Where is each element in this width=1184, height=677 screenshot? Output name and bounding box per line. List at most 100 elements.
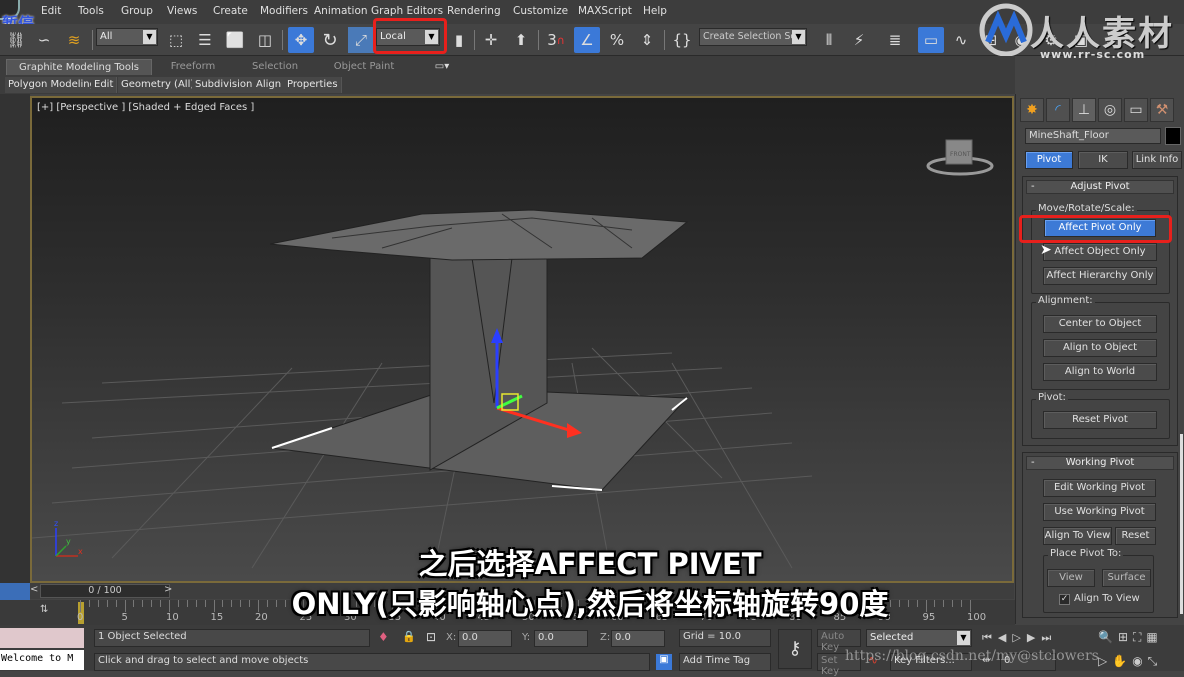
select-and-move-icon[interactable]: ✥ [288, 27, 314, 53]
object-color-swatch[interactable] [1165, 127, 1181, 145]
ribbon-subtab-align[interactable]: Align [253, 77, 286, 93]
zoom-extents-icon[interactable]: ⛶ [1133, 630, 1146, 644]
isolate-selection-icon[interactable]: ♦ [378, 630, 389, 644]
percent-snap-icon[interactable]: % [604, 27, 630, 53]
go-to-start-icon[interactable]: ⏮ [982, 631, 998, 644]
unlink-icon[interactable]: ∽ [31, 27, 57, 53]
menu-rendering[interactable]: Rendering [447, 5, 501, 17]
select-and-scale-icon[interactable]: ⤢ [348, 27, 374, 53]
key-mode-dropdown[interactable]: Selected ▼ [866, 629, 972, 647]
x-coordinate-field[interactable]: 0.0 [458, 630, 512, 647]
named-selection-set-dropdown[interactable]: Create Selection Set ▼ [699, 28, 807, 46]
command-panel-scrollbar[interactable] [1180, 434, 1183, 614]
rectangular-selection-icon[interactable]: ⬜ [222, 27, 248, 53]
utilities-icon[interactable]: ⚒ [1150, 98, 1174, 122]
ribbon-subtab-geometry-all[interactable]: Geometry (All) [118, 77, 199, 93]
subtab-ik[interactable]: IK [1078, 151, 1128, 169]
motion-icon[interactable]: ◎ [1098, 98, 1122, 122]
ribbon-options-dropdown-icon[interactable]: ▭▾ [430, 59, 454, 75]
create-icon[interactable]: ✸ [1020, 98, 1044, 122]
time-tag-icon[interactable]: ▣ [656, 654, 672, 670]
add-time-tag-button[interactable]: Add Time Tag [679, 653, 771, 671]
snaps-toggle-icon[interactable]: 3 ∩ [543, 27, 569, 53]
zoom-all-icon[interactable]: ⊞ [1118, 630, 1133, 644]
go-to-end-icon[interactable]: ⏭ [1041, 631, 1057, 644]
align-icon[interactable]: ⚡ [846, 27, 872, 53]
time-prev-button[interactable]: < [30, 584, 40, 598]
menu-group[interactable]: Group [121, 5, 153, 17]
place-pivot-surface-button[interactable]: Surface [1102, 569, 1151, 587]
affect-hierarchy-only-button[interactable]: Affect Hierarchy Only [1043, 267, 1157, 285]
subtab-link-info[interactable]: Link Info [1132, 151, 1182, 169]
menu-graph-editors[interactable]: Graph Editors [371, 5, 443, 17]
selection-lock-icon[interactable]: 🔒 [402, 630, 416, 643]
center-to-object-button[interactable]: Center to Object [1043, 315, 1157, 333]
angle-snap-icon[interactable]: ∠ [574, 27, 600, 53]
menu-customize[interactable]: Customize [513, 5, 568, 17]
selection-filter-dropdown[interactable]: All ▼ [96, 28, 158, 46]
layer-manager-icon[interactable]: ≣ [882, 27, 908, 53]
edit-working-pivot-button[interactable]: Edit Working Pivot [1043, 479, 1156, 497]
absolute-mode-icon[interactable]: ⊡ [426, 630, 436, 644]
align-to-object-button[interactable]: Align to Object [1043, 339, 1157, 357]
z-coordinate-field[interactable]: 0.0 [611, 630, 665, 647]
keyboard-shortcut-icon[interactable]: ⬆ [508, 27, 534, 53]
menu-modifiers[interactable]: Modifiers [260, 5, 308, 17]
select-object-icon[interactable]: ⬚ [163, 27, 189, 53]
use-working-pivot-button[interactable]: Use Working Pivot [1043, 503, 1156, 521]
affect-object-only-button[interactable]: Affect Object Only [1043, 243, 1157, 261]
menu-views[interactable]: Views [167, 5, 197, 17]
open-mini-curve-editor-icon[interactable]: ⇅ [40, 604, 60, 620]
zoom-icon[interactable]: 🔍 [1098, 630, 1118, 644]
ribbon-subtab-polygon-modeling[interactable]: Polygon Modeling [5, 77, 100, 93]
perspective-viewport[interactable]: [+] [Perspective ] [Shaded + Edged Faces… [30, 96, 1014, 583]
ribbon-tab-graphite-modeling-tools[interactable]: Graphite Modeling Tools [6, 59, 152, 75]
subtab-pivot[interactable]: Pivot [1025, 151, 1073, 169]
select-and-link-icon[interactable]: ⛓ [3, 27, 29, 53]
y-coordinate-field[interactable]: 0.0 [534, 630, 588, 647]
ribbon-tab-freeform[interactable]: Freeform [155, 59, 231, 75]
ribbon-subtab-subdivision[interactable]: Subdivision [192, 77, 257, 93]
mirror-icon[interactable]: ⫴ [816, 27, 842, 53]
menu-help[interactable]: Help [643, 5, 667, 17]
zoom-extents-all-icon[interactable]: ▦ [1146, 630, 1162, 644]
orbit-icon[interactable]: ◉ [1132, 654, 1147, 668]
menu-edit[interactable]: Edit [41, 5, 61, 17]
bind-to-space-warp-icon[interactable]: ≋ [61, 27, 87, 53]
menu-create[interactable]: Create [213, 5, 248, 17]
viewcube-face-label[interactable]: FRONT [950, 151, 971, 158]
maximize-viewport-icon[interactable]: ⤡ [1148, 654, 1163, 668]
place-pivot-view-button[interactable]: View [1047, 569, 1095, 587]
set-keys-key-icon[interactable]: ⚷ [778, 629, 812, 669]
menu-maxscript[interactable]: MAXScript [578, 5, 632, 17]
next-frame-icon[interactable]: ▶ [1027, 631, 1041, 644]
window-crossing-icon[interactable]: ◫ [252, 27, 278, 53]
field-of-view-icon[interactable]: ▷ [1098, 654, 1112, 668]
select-and-rotate-icon[interactable]: ↻ [317, 27, 343, 53]
adjust-pivot-header[interactable]: - Adjust Pivot [1026, 180, 1174, 194]
align-to-view-button[interactable]: Align To View [1043, 527, 1112, 545]
display-icon[interactable]: ▭ [1124, 98, 1148, 122]
play-icon[interactable]: ▷ [1012, 631, 1026, 644]
reset-working-pivot-button[interactable]: Reset [1115, 527, 1156, 545]
modify-icon[interactable]: ◜ [1046, 98, 1070, 122]
align-to-view-checkbox[interactable]: ✓ [1059, 594, 1070, 605]
ribbon-tab-object-paint[interactable]: Object Paint [320, 59, 408, 75]
previous-frame-icon[interactable]: ◀ [998, 631, 1012, 644]
auto-key-button[interactable]: Auto Key [817, 629, 861, 653]
menu-tools[interactable]: Tools [78, 5, 104, 17]
pan-view-icon[interactable]: ✋ [1112, 654, 1132, 668]
hierarchy-icon[interactable]: ⊥ [1072, 98, 1096, 122]
object-name-field[interactable]: MineShaft_Floor [1025, 128, 1161, 144]
use-pivot-center-icon[interactable]: ▮ [446, 27, 472, 53]
menu-animation[interactable]: Animation [314, 5, 368, 17]
select-manipulate-icon[interactable]: ✛ [478, 27, 504, 53]
maxscript-listener-top[interactable] [0, 628, 84, 648]
align-to-world-button[interactable]: Align to World [1043, 363, 1157, 381]
ribbon-subtab-properties[interactable]: Properties [284, 77, 342, 93]
reset-pivot-button[interactable]: Reset Pivot [1043, 411, 1157, 429]
ribbon-toggle-icon[interactable]: ▭ [918, 27, 944, 53]
ribbon-tab-selection[interactable]: Selection [238, 59, 312, 75]
maxscript-listener[interactable]: Welcome to M [0, 650, 84, 670]
ribbon-subtab-edit[interactable]: Edit [91, 77, 118, 93]
